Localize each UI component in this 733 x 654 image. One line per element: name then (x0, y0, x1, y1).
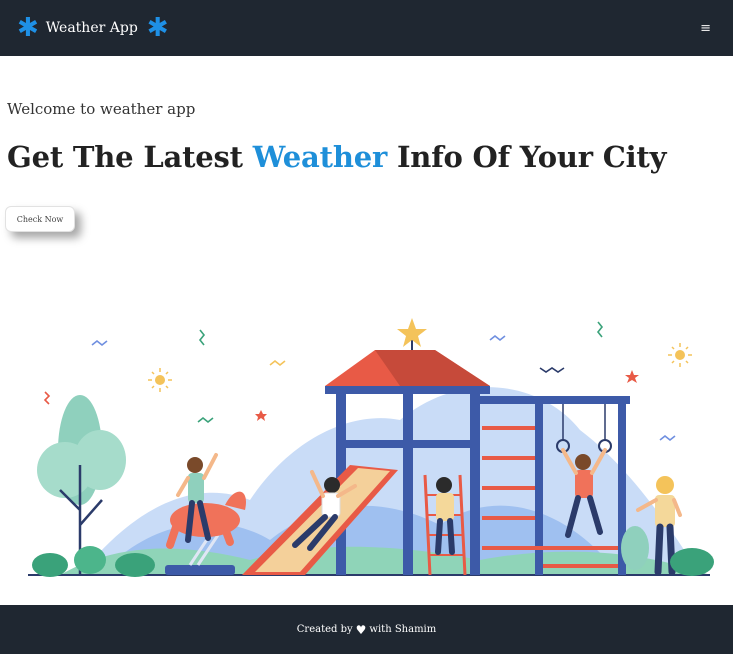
heart-icon: ♥ (355, 622, 367, 637)
page-headline: Get The Latest Weather Info Of Your City (7, 140, 666, 174)
check-now-button[interactable]: Check Now (5, 206, 75, 232)
headline-text-start: Get The Latest (7, 140, 253, 174)
asterisk-icon: ✱ (17, 13, 39, 43)
headline-text-end: Info Of Your City (387, 140, 667, 174)
footer-author: with Shamim (369, 624, 437, 635)
hamburger-menu-icon[interactable]: ≡ (696, 19, 715, 38)
footer: Created by ♥ with Shamim (0, 605, 733, 654)
asterisk-icon: ✱ (146, 13, 169, 43)
brand-title[interactable]: Weather App (46, 20, 138, 36)
welcome-text: Welcome to weather app (7, 100, 196, 118)
brand[interactable]: ✱ Weather App ✱ (17, 15, 169, 41)
playground-illustration (28, 318, 714, 577)
footer-created-by: Created by (296, 624, 353, 635)
headline-accent: Weather (252, 140, 388, 174)
navbar: ✱ Weather App ✱ ≡ (0, 0, 733, 56)
